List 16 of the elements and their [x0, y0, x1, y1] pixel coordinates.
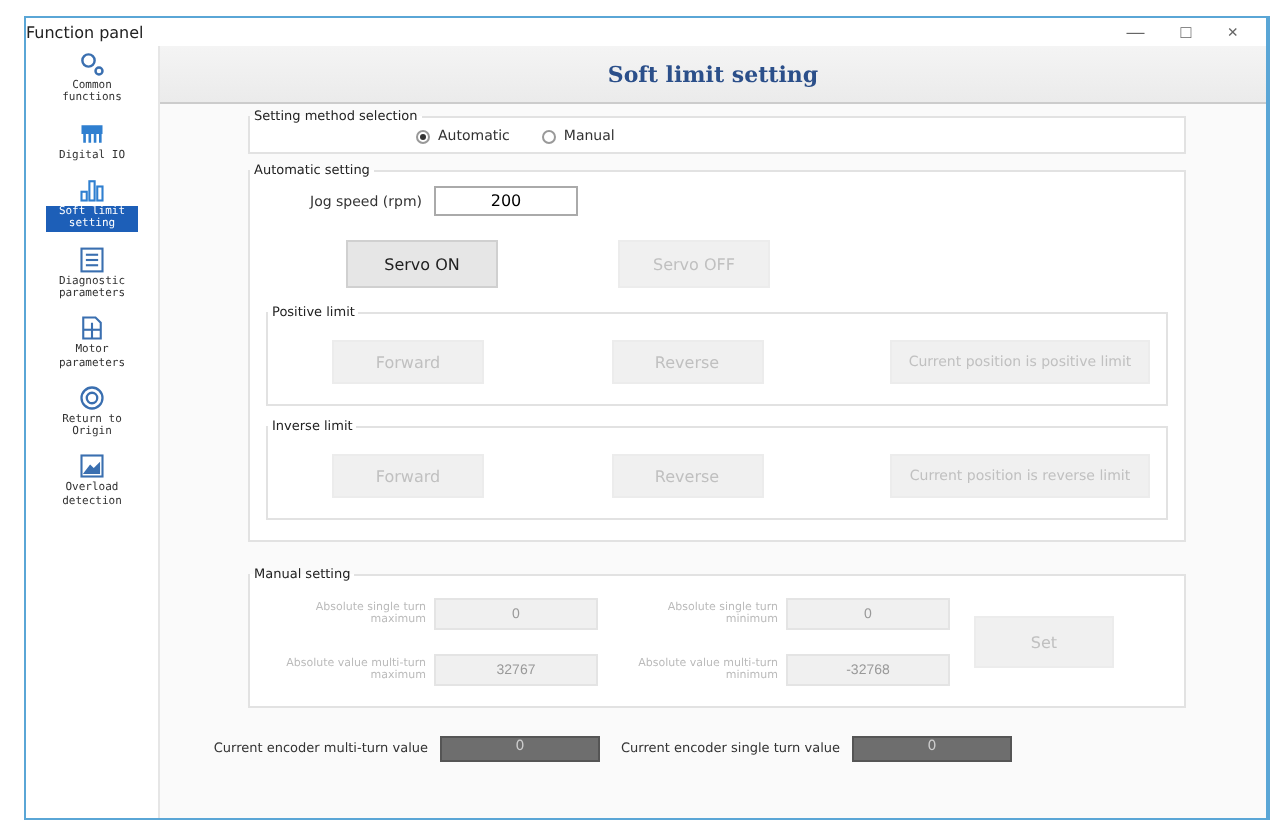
input-field[interactable]: 200 [434, 186, 578, 216]
gear-icon [78, 50, 106, 78]
radio-button[interactable] [416, 129, 430, 143]
page-title: Soft limit setting [607, 61, 819, 87]
connector-icon [78, 119, 106, 148]
target-icon [78, 383, 106, 412]
table-icon [78, 314, 106, 343]
window-control-button[interactable]: — [1118, 22, 1153, 42]
bar-chart-icon [78, 175, 106, 204]
document-icon [78, 245, 106, 274]
image-icon [78, 452, 106, 481]
window-control-button[interactable]: × [1219, 22, 1246, 42]
window-title: Function panel [26, 23, 144, 41]
radio-button[interactable] [541, 129, 556, 143]
window-control-button[interactable]: □ [1172, 22, 1200, 42]
servo-button[interactable]: Servo ON [346, 240, 498, 288]
